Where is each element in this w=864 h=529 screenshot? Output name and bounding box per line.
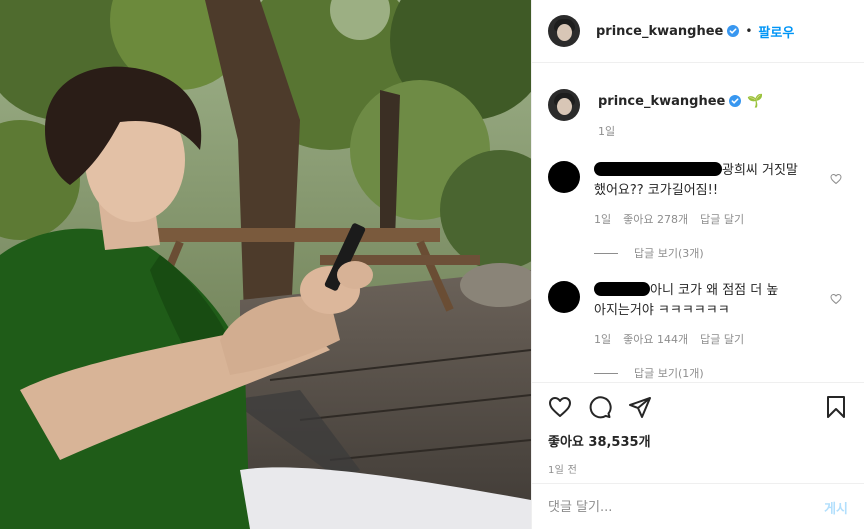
bookmark-icon[interactable]	[824, 395, 848, 419]
comment-text: 광희씨 거짓말 했어요?? 코가길어짐!!	[594, 162, 798, 198]
comments-list[interactable]: prince_kwanghee 🌱 1일 광희씨 거짓말 했어요?? 코가길어짐…	[532, 64, 864, 382]
comment-like-icon[interactable]	[830, 293, 842, 305]
comment-time: 1일	[594, 213, 612, 226]
post-caption: prince_kwanghee 🌱	[548, 64, 848, 121]
photo-image	[0, 0, 531, 529]
comment-like-icon[interactable]	[830, 173, 842, 185]
comment-text: 아니 코가 왜 점점 더 높 아지는거야 ㅋㅋㅋㅋㅋㅋ	[594, 282, 779, 318]
replies-divider	[594, 252, 618, 254]
follow-button[interactable]: 팔로우	[758, 22, 794, 41]
verified-badge-icon	[729, 95, 742, 107]
view-replies-button[interactable]: 답글 보기(1개)	[594, 365, 824, 381]
comment-icon[interactable]	[588, 395, 612, 419]
post-sidebar: prince_kwanghee • 팔로우 prince_kwanghee 🌱	[531, 0, 864, 529]
reply-button[interactable]: 답글 달기	[700, 211, 744, 227]
comment-input[interactable]	[548, 499, 825, 515]
comment-likes[interactable]: 좋아요 278개	[623, 211, 688, 227]
post-footer: 좋아요 38,535개 1일 전 게시	[532, 382, 864, 517]
like-count[interactable]: 좋아요 38,535개	[532, 431, 864, 450]
sprout-emoji: 🌱	[747, 93, 764, 109]
separator-dot: •	[745, 24, 753, 38]
add-comment-form: 게시	[532, 483, 864, 529]
post-comment-button[interactable]: 게시	[824, 498, 848, 517]
author-avatar[interactable]	[548, 15, 580, 47]
share-icon[interactable]	[628, 395, 652, 419]
caption-time: 1일	[598, 125, 616, 138]
author-username[interactable]: prince_kwanghee	[596, 24, 723, 39]
post-timestamp: 1일 전	[548, 465, 578, 476]
heart-icon[interactable]	[548, 395, 572, 419]
reply-button[interactable]: 답글 달기	[700, 331, 744, 347]
redacted-username	[594, 282, 650, 296]
comment-actions: 1일 좋아요 278개 답글 달기	[594, 211, 824, 227]
replies-divider	[594, 372, 618, 374]
action-bar	[532, 383, 864, 431]
comment-item: 아니 코가 왜 점점 더 높 아지는거야 ㅋㅋㅋㅋㅋㅋ 1일 좋아요 144개 …	[548, 281, 848, 381]
comment-item: 광희씨 거짓말 했어요?? 코가길어짐!! 1일 좋아요 278개 답글 달기 …	[548, 161, 848, 261]
caption-username[interactable]: prince_kwanghee	[598, 94, 725, 109]
commenter-avatar[interactable]	[548, 281, 580, 313]
comment-time: 1일	[594, 333, 612, 346]
verified-badge-icon	[727, 25, 740, 37]
comment-likes[interactable]: 좋아요 144개	[623, 331, 688, 347]
post-header: prince_kwanghee • 팔로우	[532, 0, 864, 63]
post-photo[interactable]	[0, 0, 531, 529]
caption-avatar[interactable]	[548, 89, 580, 121]
commenter-avatar[interactable]	[548, 161, 580, 193]
view-replies-button[interactable]: 답글 보기(3개)	[594, 245, 824, 261]
redacted-username	[594, 162, 722, 176]
comment-actions: 1일 좋아요 144개 답글 달기	[594, 331, 824, 347]
